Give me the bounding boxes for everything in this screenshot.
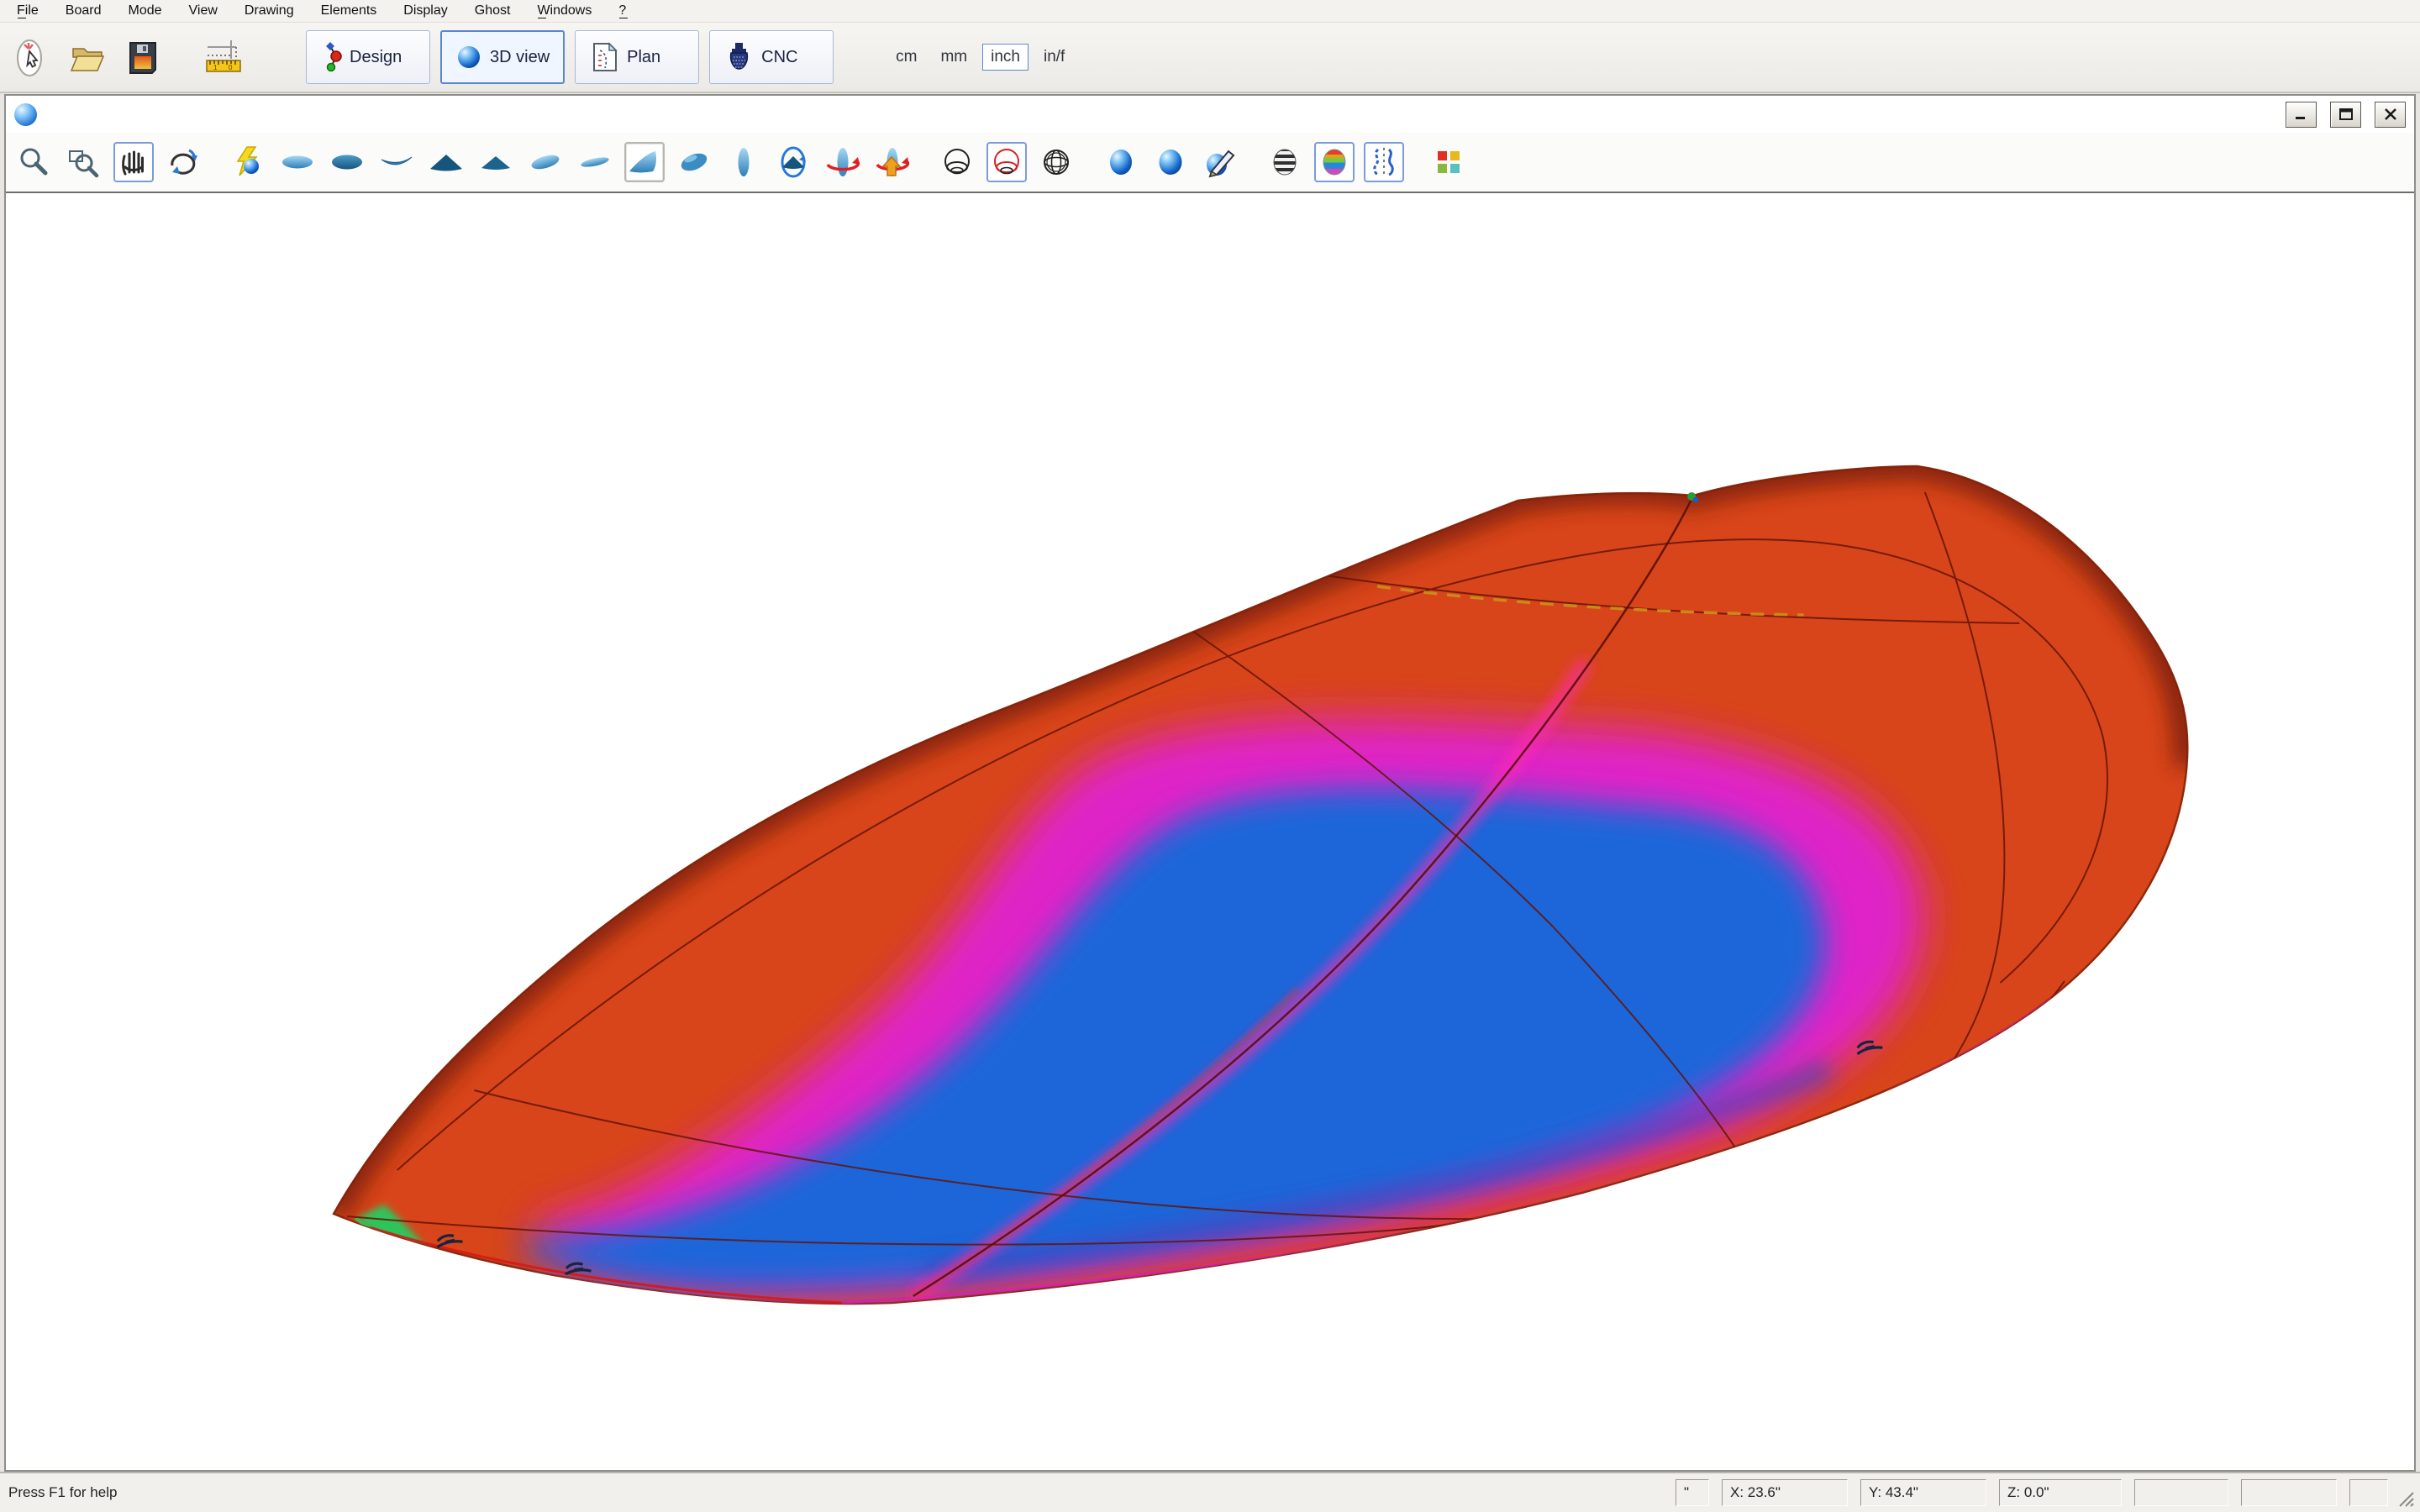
wireframe-slices-icon[interactable] [986,142,1027,182]
board-front-view-icon[interactable] [426,142,466,182]
3d-view-icon [455,44,482,71]
svg-text:1: 1 [213,64,218,71]
board-perspective-4-icon[interactable] [674,142,714,182]
cnc-icon [723,40,754,74]
document-title: C:\users\dennery\My Documents\hotelcalif… [45,105,2272,124]
texture-paint-icon[interactable] [1200,142,1240,182]
measure-icon[interactable]: 1 0 [202,33,245,81]
design-label: Design [350,48,402,67]
minimize-button[interactable] [2286,102,2317,128]
cnc-button[interactable]: CNC [709,30,834,84]
document-window: C:\users\dennery\My Documents\hotelcalif… [4,94,2416,1472]
3d-view-button[interactable]: 3D view [440,30,565,84]
menu-display[interactable]: Display [390,1,460,22]
menu-elements[interactable]: Elements [308,1,391,22]
status-z-panel: Z: 0.0" [1999,1479,2122,1506]
document-icon [14,103,37,126]
svg-text:0: 0 [229,64,233,71]
menu-mode[interactable]: Mode [114,1,175,22]
curvature-map-icon[interactable] [1314,142,1355,182]
status-empty-panel-3 [2349,1479,2388,1506]
maximize-icon [2338,108,2354,121]
menu-drawing[interactable]: Drawing [231,1,308,22]
menu-ghost[interactable]: Ghost [461,1,524,22]
status-empty-panel-2 [2241,1479,2337,1506]
zoom-window-icon[interactable] [64,142,104,182]
resize-grip[interactable] [2396,1489,2415,1512]
board-bottom-view-icon[interactable] [327,142,367,182]
color-palette-icon[interactable] [1428,142,1469,182]
status-help-text: Press F1 for help [8,1484,1663,1501]
design-icon [320,41,342,73]
board-side-view-icon[interactable] [723,142,764,182]
unit-selector: cm mm inch in/f [887,44,1073,71]
board-top-view-icon[interactable] [277,142,318,182]
wireframe-sphere-icon[interactable] [937,142,977,182]
viewport-3d[interactable] [6,193,2414,1470]
menu-windows[interactable]: Windows [523,1,605,22]
menu-file[interactable]: File [3,1,52,22]
pan-icon[interactable] [113,142,154,182]
close-button[interactable] [2375,102,2406,128]
thickness-map-icon[interactable] [1265,142,1305,182]
rotate-3d-icon[interactable] [163,142,203,182]
new-board-icon[interactable] [10,33,54,81]
board-3d-render [6,193,2414,1470]
rotate-pitch-icon[interactable] [773,142,813,182]
save-icon[interactable] [121,33,165,81]
close-icon [2383,108,2398,121]
view-toolbar [6,133,2414,193]
plan-label: Plan [627,48,660,67]
shaded-sphere-icon[interactable] [1101,142,1141,182]
rotate-yaw-icon[interactable] [823,142,863,182]
light-icon[interactable] [228,142,268,182]
maximize-button[interactable] [2330,102,2361,128]
board-perspective-1-icon[interactable] [525,142,566,182]
3d-view-label: 3D view [490,48,550,67]
board-perspective-3-icon[interactable] [624,142,665,182]
unit-inch[interactable]: inch [982,44,1028,71]
status-y-panel: Y: 43.4" [1860,1479,1986,1506]
compare-sections-icon[interactable] [1364,142,1404,182]
board-back-view-icon[interactable] [476,142,516,182]
zoom-icon[interactable] [14,142,55,182]
wireframe-mesh-icon[interactable] [1036,142,1076,182]
status-x-panel: X: 23.6" [1722,1479,1848,1506]
cnc-label: CNC [761,48,797,67]
design-button[interactable]: Design [306,30,430,84]
menu-bar: File Board Mode View Drawing Elements Di… [0,0,2420,23]
main-toolbar: 1 0 Design 3D view Plan [0,23,2420,93]
board-perspective-2-icon[interactable] [575,142,615,182]
open-file-icon[interactable] [66,33,109,81]
unit-cm[interactable]: cm [887,44,925,71]
status-unit-panel: " [1676,1479,1709,1506]
menu-board[interactable]: Board [52,1,115,22]
menu-help[interactable]: ? [605,1,639,22]
rotate-yaw-step-icon[interactable] [872,142,913,182]
status-bar: Press F1 for help " X: 23.6" Y: 43.4" Z:… [0,1472,2420,1512]
status-empty-panel-1 [2134,1479,2228,1506]
smooth-sphere-icon[interactable] [1150,142,1191,182]
minimize-icon [2294,108,2309,121]
menu-view[interactable]: View [176,1,231,22]
plan-icon [589,40,619,74]
document-titlebar[interactable]: C:\users\dennery\My Documents\hotelcalif… [6,96,2414,133]
unit-inf[interactable]: in/f [1035,44,1073,71]
unit-mm[interactable]: mm [932,44,976,71]
board-rocker-view-icon[interactable] [376,142,417,182]
plan-button[interactable]: Plan [575,30,699,84]
